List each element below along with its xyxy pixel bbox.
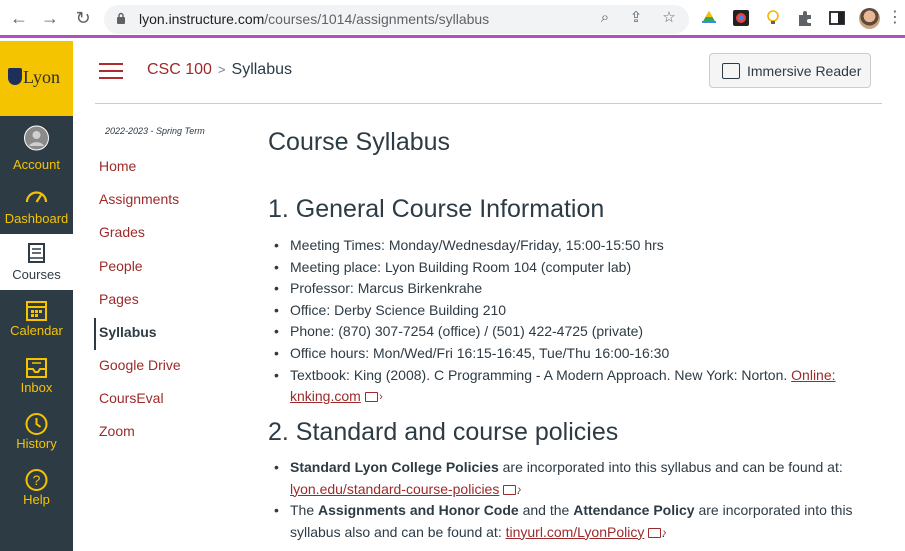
nav-account[interactable]: Account xyxy=(0,119,73,175)
courses-icon xyxy=(28,243,45,263)
course-nav-syllabus[interactable]: Syllabus xyxy=(99,324,157,340)
external-link-icon xyxy=(648,523,666,544)
page-title: Course Syllabus xyxy=(268,128,451,156)
lock-icon xyxy=(117,12,125,24)
course-menu-toggle-icon[interactable] xyxy=(99,63,123,79)
section-heading-general: 1. General Course Information xyxy=(268,195,605,223)
policies-list: Standard Lyon College Policies are incor… xyxy=(268,457,858,544)
breadcrumb-course-link[interactable]: CSC 100 xyxy=(147,61,212,78)
help-icon: ? xyxy=(25,469,48,491)
nav-help[interactable]: ? Help xyxy=(0,459,73,515)
breadcrumb-current: Syllabus xyxy=(231,61,292,78)
inbox-icon xyxy=(26,358,47,378)
lightbulb-icon[interactable] xyxy=(764,9,782,27)
breadcrumb-separator: > xyxy=(217,62,226,77)
course-nav-courseval[interactable]: CoursEval xyxy=(99,390,164,406)
more-menu-icon[interactable]: ⋮ xyxy=(887,8,903,28)
global-navigation: Lyon Account Dashboard Courses Calendar … xyxy=(0,41,73,551)
general-info-list: Meeting Times: Monday/Wednesday/Friday, … xyxy=(268,235,858,409)
external-link-icon xyxy=(503,480,521,501)
list-item: Phone: (870) 307-7254 (office) / (501) 4… xyxy=(268,321,858,343)
browser-toolbar: ← → ↻ lyon.instructure.com/courses/1014/… xyxy=(0,0,905,38)
profile-avatar[interactable] xyxy=(859,8,880,29)
list-item: Professor: Marcus Birkenkrahe xyxy=(268,278,858,300)
drive-extension-icon[interactable] xyxy=(700,9,718,27)
course-nav-zoom[interactable]: Zoom xyxy=(99,423,135,439)
back-arrow-icon[interactable]: ← xyxy=(9,8,29,28)
history-icon xyxy=(25,413,48,435)
share-icon[interactable]: ⇪ xyxy=(627,9,645,27)
forward-arrow-icon[interactable]: → xyxy=(40,8,60,28)
header-divider xyxy=(95,103,882,104)
immersive-reader-button[interactable]: Immersive Reader xyxy=(709,53,871,88)
shield-icon xyxy=(8,68,22,85)
account-icon xyxy=(24,125,49,151)
course-nav-pages[interactable]: Pages xyxy=(99,291,139,307)
color-extension-icon[interactable] xyxy=(732,9,750,27)
svg-text:?: ? xyxy=(33,472,41,488)
course-nav-people[interactable]: People xyxy=(99,258,143,274)
immersive-reader-icon xyxy=(722,63,740,79)
extensions-puzzle-icon[interactable] xyxy=(796,9,814,27)
active-nav-indicator xyxy=(94,318,96,350)
dashboard-icon xyxy=(25,191,48,203)
nav-inbox[interactable]: Inbox xyxy=(0,347,73,403)
course-nav-grades[interactable]: Grades xyxy=(99,224,145,240)
course-nav-google-drive[interactable]: Google Drive xyxy=(99,357,181,373)
bookmark-star-icon[interactable]: ☆ xyxy=(660,9,678,27)
nav-dashboard[interactable]: Dashboard xyxy=(0,177,73,233)
nav-calendar[interactable]: Calendar xyxy=(0,290,73,346)
course-nav-home[interactable]: Home xyxy=(99,158,136,174)
nav-history[interactable]: History xyxy=(0,403,73,459)
lyon-policy-link[interactable]: tinyurl.com/LyonPolicy xyxy=(506,524,645,540)
list-item: Office: Derby Science Building 210 xyxy=(268,300,858,322)
standard-policies-link[interactable]: lyon.edu/standard-course-policies xyxy=(290,481,499,497)
list-item: Meeting place: Lyon Building Room 104 (c… xyxy=(268,257,858,279)
zoom-icon[interactable]: ⌕ xyxy=(596,9,614,27)
list-item-standard-policies: Standard Lyon College Policies are incor… xyxy=(268,457,858,501)
url-text: lyon.instructure.com/courses/1014/assign… xyxy=(139,11,490,27)
nav-courses[interactable]: Courses xyxy=(0,234,73,290)
list-item-honor-code: The Assignments and Honor Code and the A… xyxy=(268,500,858,544)
list-item: Meeting Times: Monday/Wednesday/Friday, … xyxy=(268,235,858,257)
calendar-icon xyxy=(26,301,47,321)
external-link-icon xyxy=(364,387,383,409)
list-item-textbook: Textbook: King (2008). C Programming - A… xyxy=(268,365,858,409)
breadcrumb: CSC 100 > Syllabus xyxy=(147,61,292,79)
side-panel-icon[interactable] xyxy=(828,9,846,27)
list-item: Office hours: Mon/Wed/Fri 16:15-16:45, T… xyxy=(268,343,858,365)
course-nav-assignments[interactable]: Assignments xyxy=(99,191,179,207)
section-heading-policies: 2. Standard and course policies xyxy=(268,418,619,446)
lyon-logo[interactable]: Lyon xyxy=(0,41,73,116)
reload-icon[interactable]: ↻ xyxy=(73,8,93,28)
term-label: 2022-2023 - Spring Term xyxy=(105,126,205,136)
